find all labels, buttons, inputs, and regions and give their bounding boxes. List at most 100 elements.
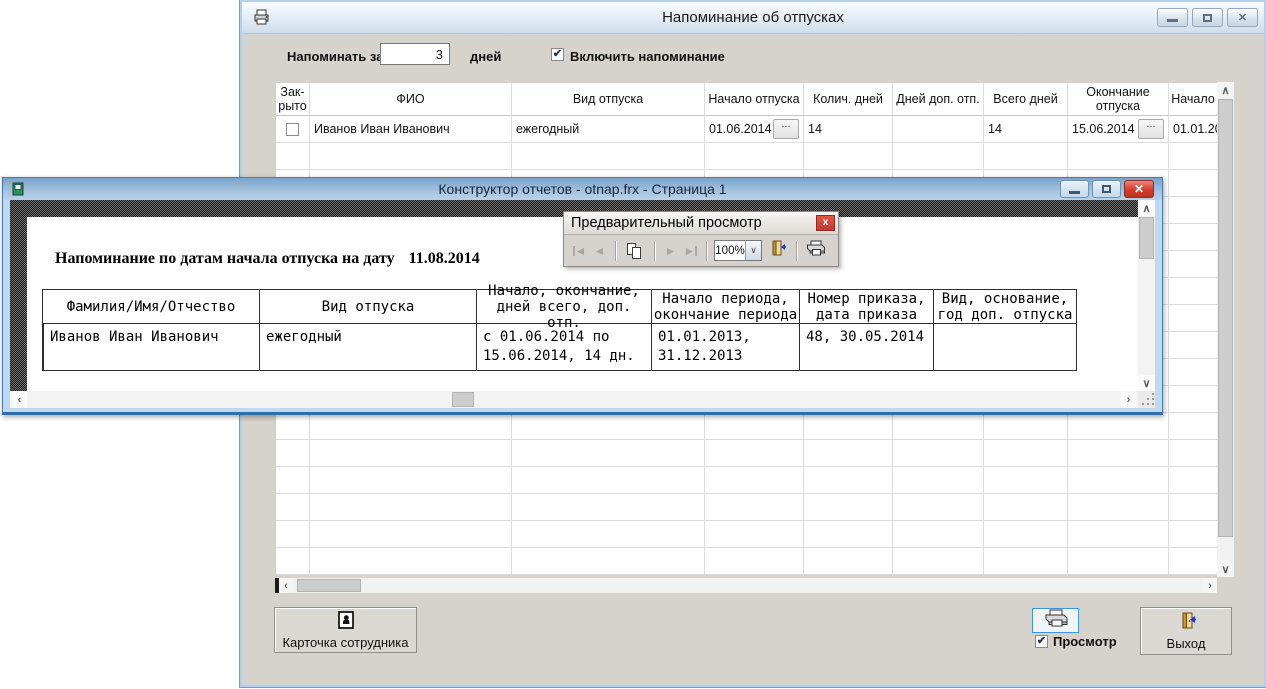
report-window-icon [11, 182, 25, 196]
close-icon[interactable]: ✕ [1227, 8, 1258, 27]
report-vertical-scrollbar[interactable]: ∧ ∨ [1138, 200, 1155, 391]
scroll-up-icon[interactable]: ∧ [1138, 200, 1155, 216]
column-header-closed[interactable]: Зак- рыто [276, 83, 310, 115]
pages-button[interactable] [623, 240, 647, 262]
empty-cell [804, 521, 893, 547]
next-page-button[interactable]: ► [662, 241, 679, 261]
empty-cell [705, 521, 804, 547]
empty-cell [1169, 467, 1218, 493]
empty-cell [512, 440, 705, 466]
remind-days-input[interactable]: 3 [380, 43, 450, 65]
row-period-start-cell[interactable]: 01.01.2013 [1169, 116, 1218, 142]
report-horizontal-scrollbar[interactable]: ‹ › [10, 391, 1138, 408]
close-preview-button[interactable] [765, 240, 789, 262]
empty-cell [705, 494, 804, 520]
empty-cell [276, 143, 310, 169]
row-fio-cell[interactable]: Иванов Иван Иванович [310, 116, 512, 142]
main-window-titlebar[interactable]: Напоминание об отпусках ✕ [242, 2, 1264, 34]
column-header-extra-days[interactable]: Дней доп. отп. [893, 83, 984, 115]
vertical-scroll-thumb[interactable] [1139, 217, 1154, 259]
employee-card-label: Карточка сотрудника [282, 635, 408, 650]
exit-button[interactable]: Выход [1140, 607, 1232, 655]
scroll-right-icon[interactable]: › [1121, 391, 1136, 408]
preview-toolbar-titlebar[interactable]: Предварительный просмотр x [564, 212, 838, 235]
column-header-end[interactable]: Окончание отпуска [1068, 83, 1169, 115]
scroll-down-icon[interactable]: ∨ [1217, 561, 1234, 577]
row-vacation-type-cell[interactable]: ежегодный [512, 116, 705, 142]
column-header-period-start[interactable]: Начало [1169, 83, 1218, 115]
separator [706, 241, 707, 261]
empty-cell [276, 521, 310, 547]
empty-cell [893, 494, 984, 520]
maximize-icon[interactable] [1192, 8, 1223, 27]
last-page-button[interactable]: ► [682, 241, 699, 261]
minimize-icon[interactable] [1157, 8, 1188, 27]
zoom-select[interactable]: 100% ∨ [714, 240, 762, 261]
empty-cell [1169, 386, 1218, 412]
employee-card-icon [337, 611, 355, 632]
enable-reminder-checkbox[interactable]: ✔ [551, 48, 564, 61]
vertical-scroll-thumb[interactable] [1218, 99, 1233, 537]
close-icon[interactable]: x [816, 215, 835, 231]
end-date-value: 15.06.2014 [1072, 122, 1135, 136]
scroll-up-icon[interactable]: ∧ [1217, 82, 1234, 98]
empty-cell [1169, 170, 1218, 196]
table-horizontal-scrollbar[interactable]: ‹ › [275, 578, 1217, 593]
close-glyph: ✕ [1238, 11, 1247, 24]
table-row [276, 143, 1217, 170]
row-start-date-cell[interactable]: 01.06.2014... [705, 116, 804, 142]
column-header-total-days[interactable]: Всего дней [984, 83, 1068, 115]
maximize-icon[interactable] [1092, 180, 1121, 198]
column-header-start[interactable]: Начало отпуска [705, 83, 804, 115]
row-days-cell[interactable]: 14 [804, 116, 893, 142]
table-row [276, 413, 1217, 440]
employee-card-button[interactable]: Карточка сотрудника [274, 607, 417, 653]
print-button[interactable] [804, 240, 828, 262]
minimize-icon[interactable] [1060, 180, 1089, 198]
empty-cell [1169, 494, 1218, 520]
first-page-button[interactable]: ◄ [571, 241, 588, 261]
closed-checkbox[interactable] [286, 123, 299, 136]
scroll-down-icon[interactable]: ∨ [1138, 375, 1155, 391]
horizontal-scroll-thumb[interactable] [297, 579, 361, 592]
report-col-fio: Фамилия/Имя/Отчество [43, 290, 259, 324]
row-extra-days-cell[interactable] [893, 116, 984, 142]
resize-grip[interactable] [1138, 391, 1155, 408]
column-header-vacation-type[interactable]: Вид отпуска [512, 83, 705, 115]
chevron-down-icon[interactable]: ∨ [745, 241, 761, 260]
close-icon[interactable]: ✕ [1124, 180, 1154, 198]
row-closed-cell [276, 116, 310, 142]
empty-cell [310, 440, 512, 466]
report-window-titlebar[interactable]: Конструктор отчетов - otnap.frx - Страни… [3, 178, 1162, 200]
empty-cell [984, 467, 1068, 493]
empty-cell [893, 440, 984, 466]
check-icon: ✔ [1037, 636, 1046, 647]
empty-cell [512, 413, 705, 439]
empty-cell [1169, 413, 1218, 439]
start-date-picker-button[interactable]: ... [773, 119, 799, 139]
scroll-left-icon[interactable]: ‹ [12, 391, 27, 408]
scroll-left-icon[interactable]: ‹ [279, 578, 293, 593]
report-heading-date: 11.08.2014 [409, 250, 480, 267]
table-header-row: Зак- рыто ФИО Вид отпуска Начало отпуска… [276, 82, 1217, 116]
previous-page-button[interactable]: ◄ [591, 241, 608, 261]
column-header-days[interactable]: Колич. дней [804, 83, 893, 115]
table-vertical-scrollbar[interactable]: ∧ ∨ [1217, 82, 1234, 577]
end-date-picker-button[interactable]: ... [1138, 119, 1164, 139]
row-total-days-cell[interactable]: 14 [984, 116, 1068, 142]
preview-checkbox[interactable]: ✔ [1035, 635, 1048, 648]
horizontal-scroll-thumb[interactable] [452, 392, 474, 407]
empty-cell [276, 467, 310, 493]
table-row[interactable]: Иванов Иван Иванович ежегодный 01.06.201… [276, 116, 1217, 143]
column-header-fio[interactable]: ФИО [310, 83, 512, 115]
empty-cell [310, 494, 512, 520]
table-row [276, 521, 1217, 548]
empty-cell [276, 440, 310, 466]
preview-checkbox-label: Просмотр [1053, 634, 1117, 649]
scroll-right-icon[interactable]: › [1203, 578, 1217, 593]
print-button[interactable] [1032, 608, 1079, 633]
row-end-date-cell[interactable]: 15.06.2014... [1068, 116, 1169, 142]
table-row [276, 467, 1217, 494]
table-row [276, 440, 1217, 467]
check-icon: ✔ [553, 49, 562, 60]
